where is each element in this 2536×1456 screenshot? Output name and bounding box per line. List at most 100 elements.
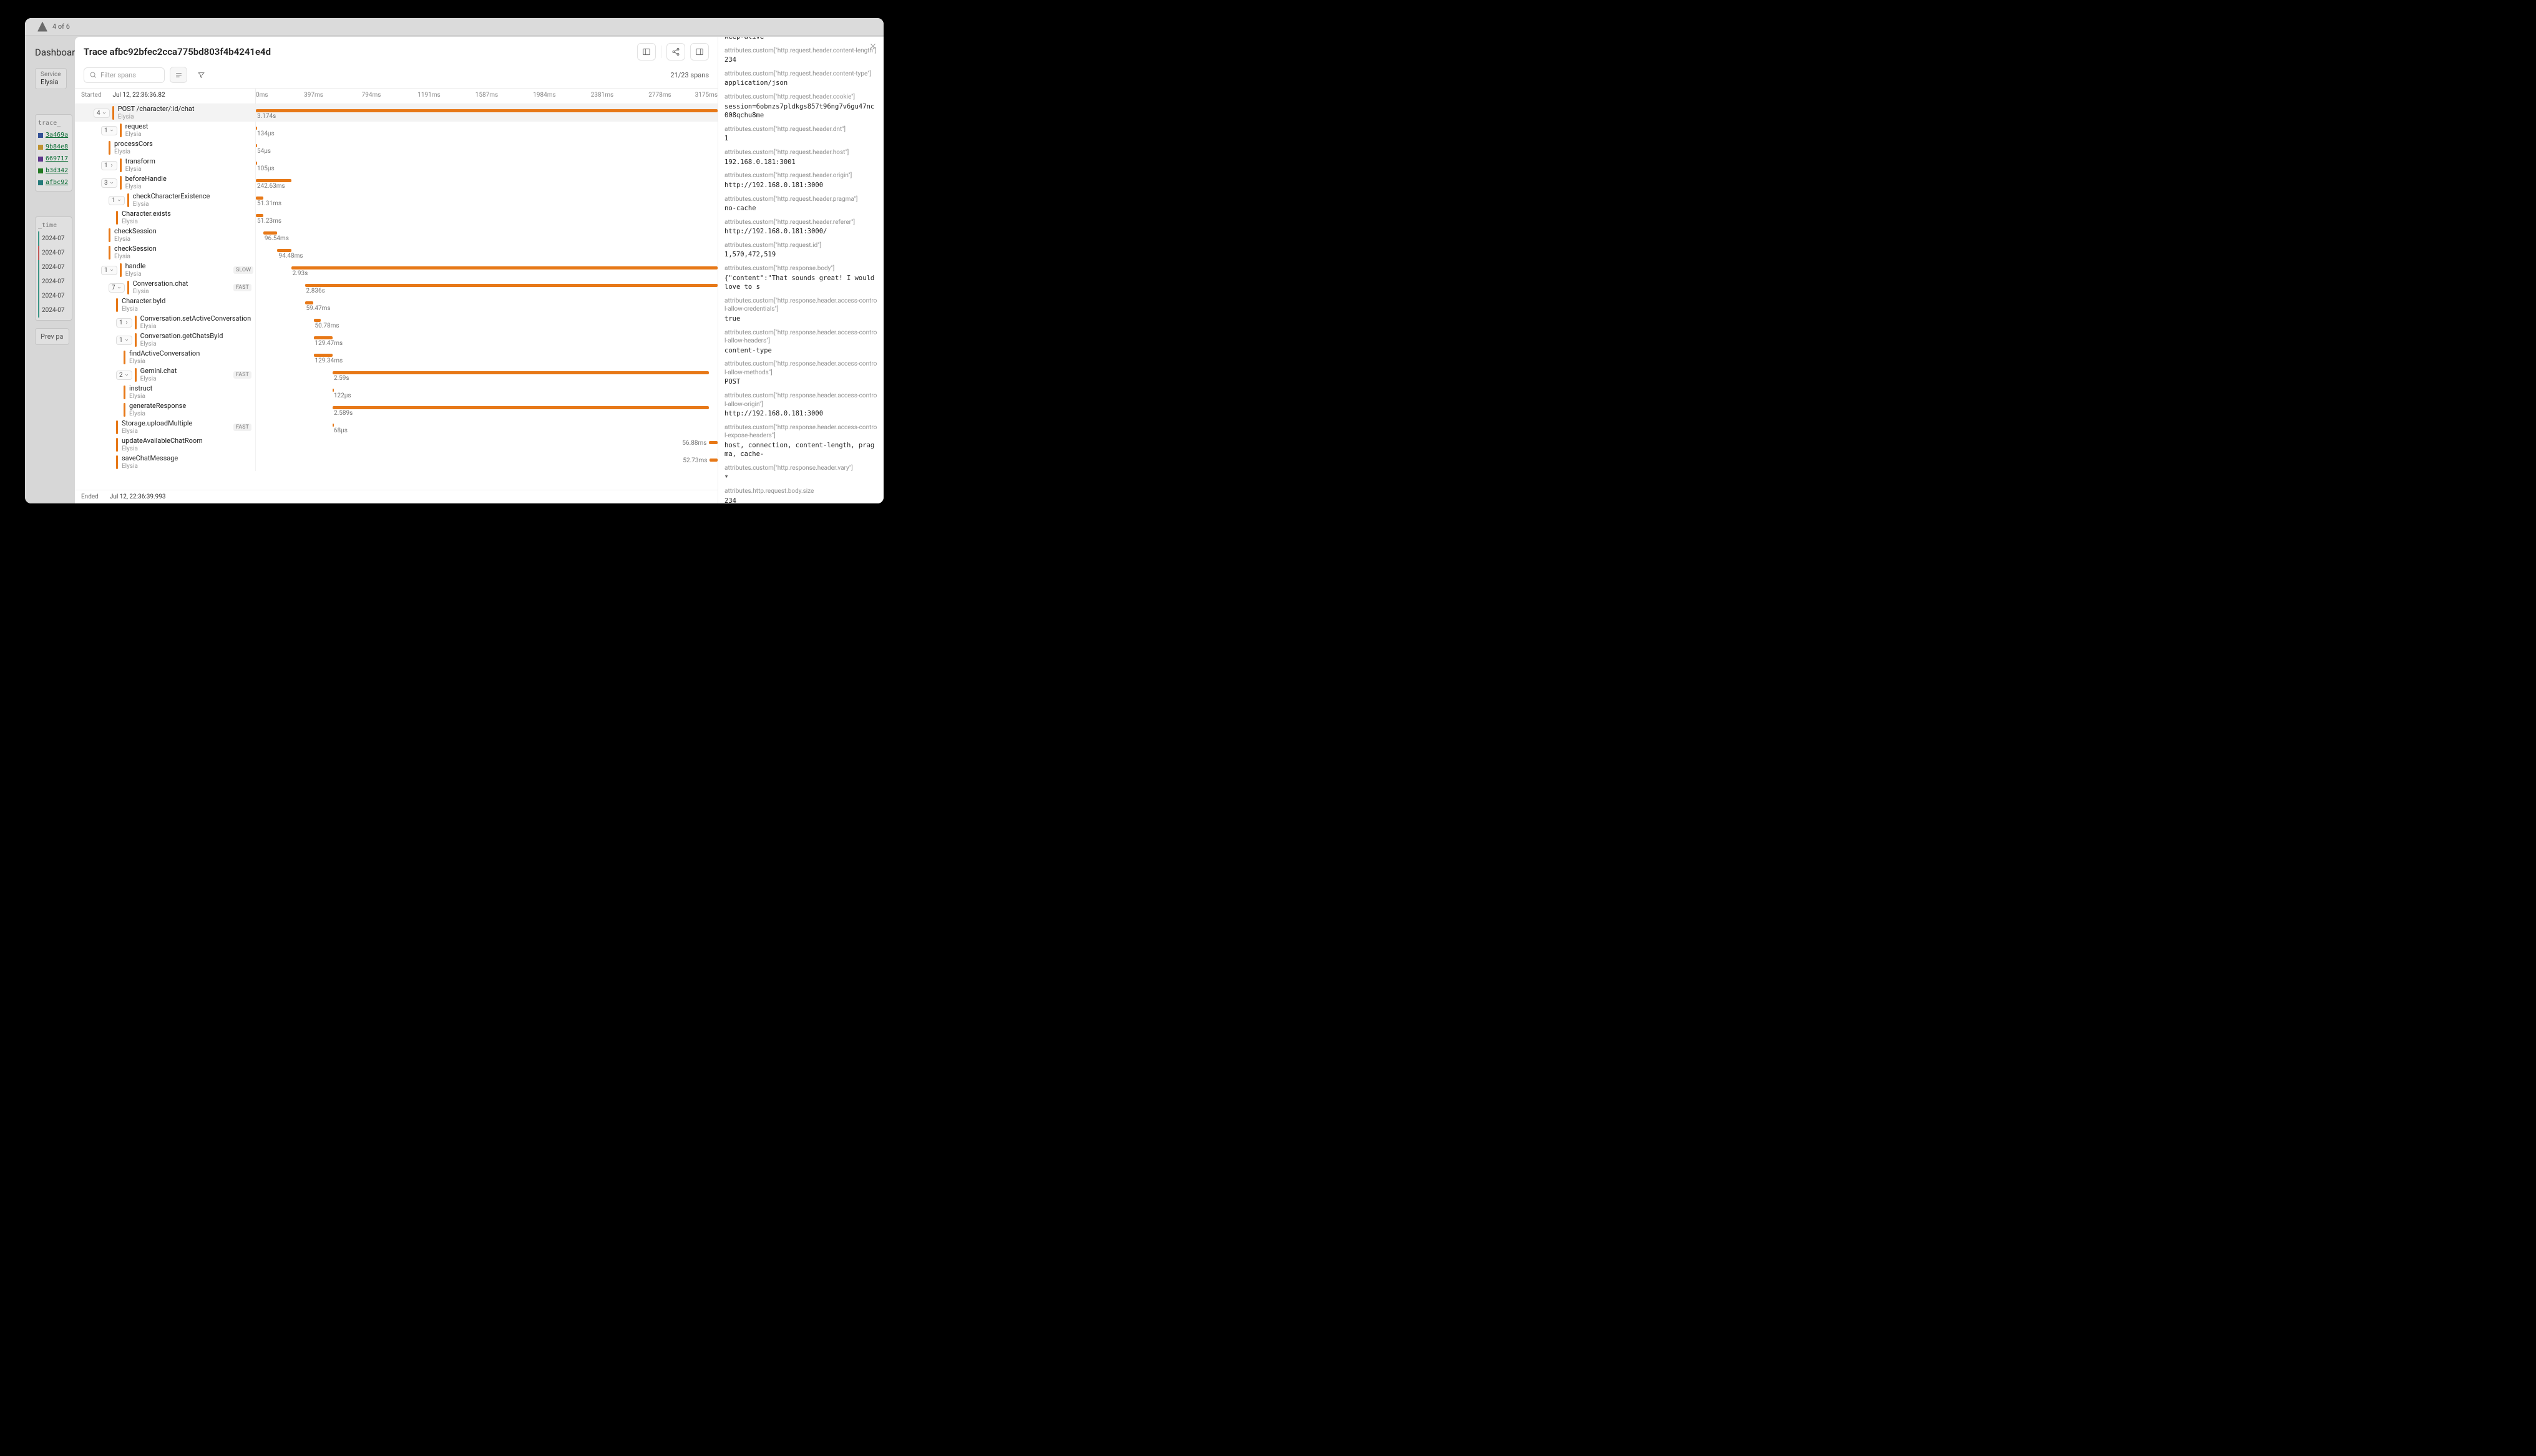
span-name: Conversation.getChatsById (140, 332, 223, 341)
share-button[interactable] (666, 43, 685, 61)
span-duration-label: 129.47ms (315, 340, 343, 347)
span-row[interactable]: checkSession Elysia 96.54ms (75, 226, 718, 244)
attribute-row[interactable]: attributes.custom["http.request.header.r… (724, 218, 877, 236)
span-row[interactable]: 1 transform Elysia 105µs (75, 157, 718, 174)
attribute-row[interactable]: attributes.custom["http.request.header.c… (724, 93, 877, 120)
attribute-value: * (724, 473, 877, 483)
span-row[interactable]: 1 Conversation.setActiveConversation Ely… (75, 314, 718, 331)
span-duration-bar (263, 231, 278, 235)
span-duration-bar (333, 424, 334, 427)
span-name: Character.byId (122, 298, 165, 306)
span-row[interactable]: 1 Conversation.getChatsById Elysia 129.4… (75, 331, 718, 349)
span-duration-bar (256, 162, 257, 165)
span-duration-bar (314, 336, 333, 339)
attribute-value: 234 (724, 56, 877, 65)
attribute-key: attributes.custom["http.request.header.d… (724, 125, 877, 134)
span-tag: SLOW (233, 266, 253, 274)
span-children-badge[interactable]: 3 (101, 178, 117, 188)
time-tick: 1587ms (476, 92, 498, 99)
attribute-row[interactable]: attributes.custom["http.response.header.… (724, 392, 877, 419)
span-children-badge[interactable]: 7 (109, 283, 125, 293)
span-children-badge[interactable]: 1 (101, 266, 117, 275)
span-row[interactable]: updateAvailableChatRoom Elysia 56.88ms (75, 436, 718, 454)
span-row[interactable]: Character.byId Elysia 59.47ms (75, 296, 718, 314)
attribute-row[interactable]: attributes.custom["http.response.header.… (724, 464, 877, 482)
span-children-badge[interactable]: 4 (94, 109, 110, 118)
span-service: Elysia (114, 236, 157, 243)
attribute-row[interactable]: attributes.custom["http.response.header.… (724, 329, 877, 356)
attribute-value: {"content":"That sounds great! I would l… (724, 274, 877, 292)
attribute-key: attributes.custom["http.response.body"] (724, 265, 877, 273)
span-row[interactable]: 3 beforeHandle Elysia 242.63ms (75, 174, 718, 192)
span-row[interactable]: findActiveConversation Elysia 129.34ms (75, 349, 718, 366)
span-row[interactable]: 1 handle Elysia SLOW2.93s (75, 261, 718, 279)
attribute-row[interactable]: attributes.custom["http.response.header.… (724, 297, 877, 324)
span-name: handle (125, 263, 146, 271)
attribute-row[interactable]: attributes.custom["http.request.header.o… (724, 172, 877, 190)
filter-button[interactable] (192, 67, 210, 83)
trace-modal: Trace afbc92bfec2cca775bd803f4b4241e4d (75, 37, 884, 503)
span-color-bar-icon (135, 316, 137, 329)
attribute-row[interactable]: attributes.custom["http.request.header.c… (724, 37, 877, 42)
span-children-badge[interactable]: 2 (116, 371, 132, 380)
span-row[interactable]: Character.exists Elysia 51.23ms (75, 209, 718, 226)
span-row[interactable]: 2 Gemini.chat Elysia FAST2.59s (75, 366, 718, 384)
span-row[interactable]: 1 request Elysia 134µs (75, 122, 718, 139)
attribute-row[interactable]: attributes.custom["http.response.header.… (724, 424, 877, 459)
span-color-bar-icon (124, 386, 125, 399)
span-tag: FAST (233, 284, 251, 291)
attribute-value: http://192.168.0.181:3000/ (724, 227, 877, 236)
span-color-bar-icon (109, 141, 110, 155)
attribute-row[interactable]: attributes.custom["http.request.id"] 1,5… (724, 241, 877, 260)
attribute-row[interactable]: attributes.custom["http.response.body"] … (724, 265, 877, 292)
panel-toggle-button[interactable] (637, 43, 656, 61)
span-name: POST /character/:id/chat (118, 105, 195, 114)
span-duration-label: 54µs (257, 148, 271, 155)
attribute-value: host, connection, content-length, pragma… (724, 441, 877, 459)
attribute-row[interactable]: attributes.custom["http.request.header.p… (724, 195, 877, 213)
close-panel-button[interactable] (867, 41, 879, 52)
span-children-badge[interactable]: 1 (116, 336, 132, 345)
span-row[interactable]: 4 POST /character/:id/chat Elysia 3.174s (75, 104, 718, 122)
span-name: Character.exists (122, 210, 171, 218)
attribute-key: attributes.custom["http.response.header.… (724, 329, 877, 346)
attribute-row[interactable]: attributes.custom["http.request.header.c… (724, 47, 877, 65)
span-row[interactable]: checkSession Elysia 94.48ms (75, 244, 718, 261)
span-row[interactable]: generateResponse Elysia 2.589s (75, 401, 718, 419)
expand-button[interactable] (690, 43, 709, 61)
filter-spans-input[interactable]: Filter spans (84, 67, 165, 83)
span-duration-label: 242.63ms (257, 183, 285, 190)
span-duration-bar (305, 301, 314, 304)
attribute-row[interactable]: attributes.custom["http.response.header.… (724, 360, 877, 387)
span-color-bar-icon (109, 228, 110, 242)
attribute-row[interactable]: attributes.http.request.body.size 234 (724, 487, 877, 503)
span-duration-bar (277, 249, 291, 252)
timeline-footer: Ended Jul 12, 22:36:39.993 (75, 490, 718, 503)
span-row[interactable]: 7 Conversation.chat Elysia FAST2.836s (75, 279, 718, 296)
span-name: processCors (114, 140, 153, 148)
span-children-badge[interactable]: 1 (109, 196, 125, 205)
span-children-badge[interactable]: 1 (101, 126, 117, 135)
span-name: instruct (129, 385, 152, 393)
span-tag: FAST (233, 371, 251, 379)
span-color-bar-icon (112, 106, 114, 120)
span-children-badge[interactable]: 1 (101, 161, 117, 170)
span-row[interactable]: Storage.uploadMultiple Elysia FAST68µs (75, 419, 718, 436)
span-duration-label: 56.88ms (682, 440, 706, 447)
span-name: checkSession (114, 245, 157, 253)
attribute-row[interactable]: attributes.custom["http.request.header.d… (724, 125, 877, 143)
span-duration-label: 96.54ms (265, 235, 289, 242)
span-row[interactable]: processCors Elysia 54µs (75, 139, 718, 157)
span-children-badge[interactable]: 1 (116, 318, 132, 328)
span-duration-bar (709, 441, 717, 444)
span-duration-bar (256, 127, 257, 130)
span-row[interactable]: instruct Elysia 122µs (75, 384, 718, 401)
attribute-key: attributes.custom["http.request.id"] (724, 241, 877, 250)
span-row[interactable]: saveChatMessage Elysia 52.73ms (75, 454, 718, 471)
time-tick: 1191ms (417, 92, 440, 99)
attribute-row[interactable]: attributes.custom["http.request.header.h… (724, 148, 877, 167)
attribute-row[interactable]: attributes.custom["http.request.header.c… (724, 70, 877, 88)
span-service: Elysia (125, 183, 167, 191)
span-row[interactable]: 1 checkCharacterExistence Elysia 51.31ms (75, 192, 718, 209)
view-mode-button[interactable] (170, 67, 187, 83)
